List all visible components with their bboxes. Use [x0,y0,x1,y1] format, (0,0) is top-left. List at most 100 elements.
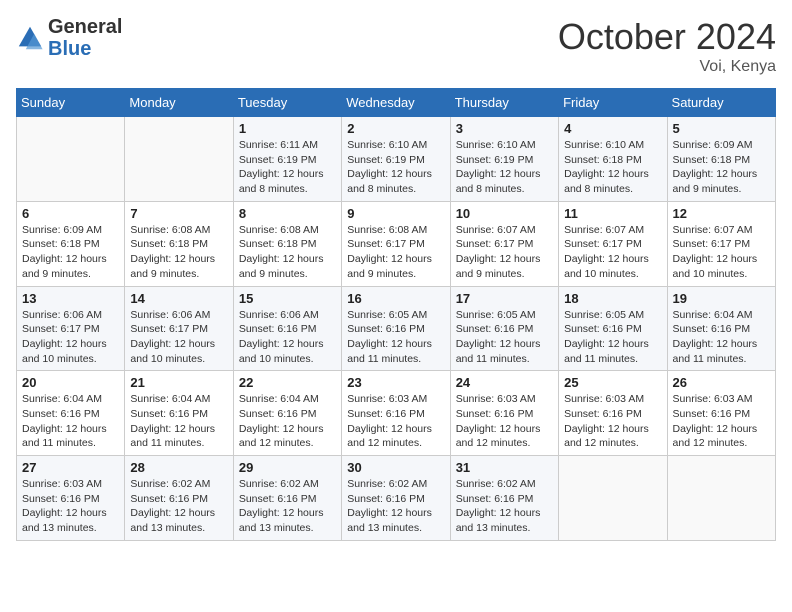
calendar-cell: 12Sunrise: 6:07 AM Sunset: 6:17 PM Dayli… [667,201,775,286]
calendar-cell: 3 Sunrise: 6:10 AM Sunset: 6:19 PM Daylig… [450,117,558,202]
day-number: 1 [239,121,336,136]
calendar-cell: 29 Sunrise: 6:02 AM Sunset: 6:16 PM Dayli… [233,456,341,541]
day-number: 5 [673,121,770,136]
day-info: Sunrise: 6:05 AM Sunset: 6:16 PM Dayligh… [347,308,444,367]
calendar-cell [17,117,125,202]
calendar-cell: 1 Sunrise: 6:11 AM Sunset: 6:19 PM Daylig… [233,117,341,202]
day-info: Sunrise: 6:05 AM Sunset: 6:16 PM Dayligh… [456,308,553,367]
calendar-cell: 9 Sunrise: 6:08 AM Sunset: 6:17 PM Daylig… [342,201,450,286]
day-info: Sunrise: 6:03 AM Sunset: 6:16 PM Dayligh… [347,392,444,451]
calendar-cell: 16 Sunrise: 6:05 AM Sunset: 6:16 PM Dayli… [342,286,450,371]
calendar-cell: 24 Sunrise: 6:03 AM Sunset: 6:16 PM Dayli… [450,371,558,456]
day-of-week-header: Friday [559,89,667,117]
location-subtitle: Voi, Kenya [558,58,776,76]
calendar-week-row: 27 Sunrise: 6:03 AM Sunset: 6:16 PM Dayli… [17,456,776,541]
day-info: Sunrise: 6:03 AM Sunset: 6:16 PM Dayligh… [22,477,119,536]
day-info: Sunrise: 6:06 AM Sunset: 6:17 PM Dayligh… [130,308,227,367]
day-number: 22 [239,375,336,390]
day-number: 31 [456,460,553,475]
day-number: 10 [456,206,553,221]
calendar-cell: 14Sunrise: 6:06 AM Sunset: 6:17 PM Dayli… [125,286,233,371]
day-number: 11 [564,206,661,221]
day-info: Sunrise: 6:09 AM Sunset: 6:18 PM Dayligh… [673,138,770,197]
day-number: 24 [456,375,553,390]
day-info: Sunrise: 6:06 AM Sunset: 6:16 PM Dayligh… [239,308,336,367]
calendar-cell: 22 Sunrise: 6:04 AM Sunset: 6:16 PM Dayli… [233,371,341,456]
day-info: Sunrise: 6:10 AM Sunset: 6:19 PM Dayligh… [347,138,444,197]
day-of-week-header: Sunday [17,89,125,117]
day-info: Sunrise: 6:07 AM Sunset: 6:17 PM Dayligh… [456,223,553,282]
day-of-week-header: Tuesday [233,89,341,117]
day-number: 4 [564,121,661,136]
day-number: 27 [22,460,119,475]
day-number: 29 [239,460,336,475]
calendar-week-row: 1 Sunrise: 6:11 AM Sunset: 6:19 PM Daylig… [17,117,776,202]
day-number: 13 [22,291,119,306]
day-number: 12 [673,206,770,221]
day-info: Sunrise: 6:05 AM Sunset: 6:16 PM Dayligh… [564,308,661,367]
day-number: 6 [22,206,119,221]
calendar-cell: 18 Sunrise: 6:05 AM Sunset: 6:16 PM Dayli… [559,286,667,371]
day-info: Sunrise: 6:04 AM Sunset: 6:16 PM Dayligh… [22,392,119,451]
page-header: General Blue October 2024 Voi, Kenya [16,16,776,76]
calendar-week-row: 20Sunrise: 6:04 AM Sunset: 6:16 PM Dayli… [17,371,776,456]
logo-general-text: General [48,16,122,38]
day-info: Sunrise: 6:08 AM Sunset: 6:17 PM Dayligh… [347,223,444,282]
day-info: Sunrise: 6:03 AM Sunset: 6:16 PM Dayligh… [564,392,661,451]
day-info: Sunrise: 6:07 AM Sunset: 6:17 PM Dayligh… [564,223,661,282]
calendar-week-row: 6 Sunrise: 6:09 AM Sunset: 6:18 PM Daylig… [17,201,776,286]
day-of-week-header: Thursday [450,89,558,117]
calendar-cell [667,456,775,541]
logo: General Blue [16,16,122,60]
calendar-cell: 7Sunrise: 6:08 AM Sunset: 6:18 PM Daylig… [125,201,233,286]
day-info: Sunrise: 6:11 AM Sunset: 6:19 PM Dayligh… [239,138,336,197]
logo-blue-text: Blue [48,38,122,60]
title-block: October 2024 Voi, Kenya [558,16,776,76]
day-info: Sunrise: 6:04 AM Sunset: 6:16 PM Dayligh… [130,392,227,451]
day-info: Sunrise: 6:10 AM Sunset: 6:19 PM Dayligh… [456,138,553,197]
day-info: Sunrise: 6:03 AM Sunset: 6:16 PM Dayligh… [456,392,553,451]
day-info: Sunrise: 6:04 AM Sunset: 6:16 PM Dayligh… [673,308,770,367]
calendar-cell: 19 Sunrise: 6:04 AM Sunset: 6:16 PM Dayli… [667,286,775,371]
calendar-cell: 30Sunrise: 6:02 AM Sunset: 6:16 PM Dayli… [342,456,450,541]
calendar-table: SundayMondayTuesdayWednesdayThursdayFrid… [16,88,776,541]
calendar-week-row: 13 Sunrise: 6:06 AM Sunset: 6:17 PM Dayli… [17,286,776,371]
calendar-cell: 15 Sunrise: 6:06 AM Sunset: 6:16 PM Dayli… [233,286,341,371]
calendar-cell: 5 Sunrise: 6:09 AM Sunset: 6:18 PM Daylig… [667,117,775,202]
calendar-cell: 17 Sunrise: 6:05 AM Sunset: 6:16 PM Dayli… [450,286,558,371]
day-info: Sunrise: 6:08 AM Sunset: 6:18 PM Dayligh… [130,223,227,282]
day-number: 2 [347,121,444,136]
day-of-week-header: Monday [125,89,233,117]
day-of-week-header: Saturday [667,89,775,117]
day-info: Sunrise: 6:08 AM Sunset: 6:18 PM Dayligh… [239,223,336,282]
calendar-cell: 8 Sunrise: 6:08 AM Sunset: 6:18 PM Daylig… [233,201,341,286]
day-info: Sunrise: 6:06 AM Sunset: 6:17 PM Dayligh… [22,308,119,367]
calendar-cell: 20Sunrise: 6:04 AM Sunset: 6:16 PM Dayli… [17,371,125,456]
calendar-cell [125,117,233,202]
day-number: 19 [673,291,770,306]
day-info: Sunrise: 6:04 AM Sunset: 6:16 PM Dayligh… [239,392,336,451]
day-number: 16 [347,291,444,306]
day-number: 15 [239,291,336,306]
day-info: Sunrise: 6:02 AM Sunset: 6:16 PM Dayligh… [130,477,227,536]
day-info: Sunrise: 6:02 AM Sunset: 6:16 PM Dayligh… [239,477,336,536]
day-number: 3 [456,121,553,136]
day-info: Sunrise: 6:02 AM Sunset: 6:16 PM Dayligh… [347,477,444,536]
day-of-week-header: Wednesday [342,89,450,117]
calendar-cell: 26Sunrise: 6:03 AM Sunset: 6:16 PM Dayli… [667,371,775,456]
calendar-cell: 4 Sunrise: 6:10 AM Sunset: 6:18 PM Daylig… [559,117,667,202]
calendar-cell: 31Sunrise: 6:02 AM Sunset: 6:16 PM Dayli… [450,456,558,541]
day-number: 18 [564,291,661,306]
day-number: 8 [239,206,336,221]
day-number: 9 [347,206,444,221]
day-info: Sunrise: 6:09 AM Sunset: 6:18 PM Dayligh… [22,223,119,282]
day-number: 23 [347,375,444,390]
day-number: 28 [130,460,227,475]
calendar-cell: 27 Sunrise: 6:03 AM Sunset: 6:16 PM Dayli… [17,456,125,541]
calendar-cell: 11 Sunrise: 6:07 AM Sunset: 6:17 PM Dayli… [559,201,667,286]
calendar-cell: 2 Sunrise: 6:10 AM Sunset: 6:19 PM Daylig… [342,117,450,202]
calendar-cell: 13 Sunrise: 6:06 AM Sunset: 6:17 PM Dayli… [17,286,125,371]
day-number: 17 [456,291,553,306]
day-info: Sunrise: 6:10 AM Sunset: 6:18 PM Dayligh… [564,138,661,197]
calendar-cell: 6 Sunrise: 6:09 AM Sunset: 6:18 PM Daylig… [17,201,125,286]
